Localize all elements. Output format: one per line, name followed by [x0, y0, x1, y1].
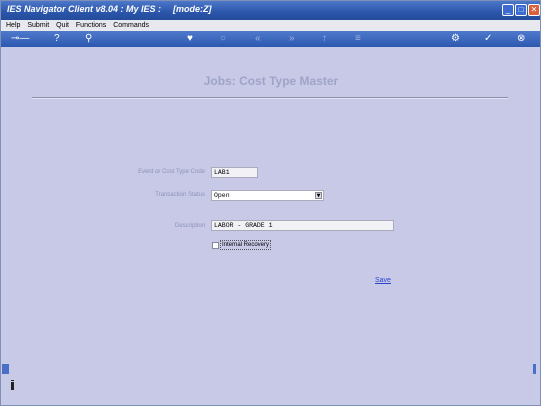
settings-icon[interactable]: ⚙: [451, 33, 460, 45]
forward-icon[interactable]: »: [289, 33, 295, 45]
save-link[interactable]: Save: [375, 277, 391, 284]
page-title: Jobs: Cost Type Master: [203, 74, 339, 88]
up-icon[interactable]: ↑: [322, 33, 327, 45]
right-side-icon[interactable]: [532, 361, 537, 379]
code-field[interactable]: LAB1: [211, 167, 258, 178]
left-side-icon[interactable]: [2, 361, 9, 379]
internal-recovery-label[interactable]: Internal Recovery: [220, 240, 272, 250]
close-icon[interactable]: ⊗: [517, 33, 525, 45]
title-bar: IES Navigator Client v8.04 : My IES : [mo…: [1, 1, 540, 20]
refresh-icon[interactable]: ○: [220, 33, 226, 45]
key-icon[interactable]: ⊸—: [11, 33, 29, 45]
toolbar: ⊸— ? ⚲ ♥ ○ « » ↑ ≡ ⚙ ✓ ⊗: [1, 31, 540, 47]
help-icon[interactable]: ?: [54, 33, 60, 45]
minimize-button[interactable]: _: [502, 4, 514, 16]
application-window: IES Navigator Client v8.04 : My IES : [mo…: [0, 0, 541, 406]
info-icon[interactable]: [11, 377, 15, 395]
menu-icon[interactable]: ≡: [355, 33, 361, 45]
maximize-button[interactable]: □: [515, 4, 527, 16]
main-content: Jobs: Cost Type Master Event or Cost Typ…: [8, 49, 534, 401]
chevron-down-icon[interactable]: ▼: [315, 192, 322, 199]
window-title: IES Navigator Client v8.04 : My IES : [mo…: [7, 4, 212, 14]
description-field[interactable]: LABOR - GRADE 1: [211, 220, 394, 231]
back-icon[interactable]: «: [255, 33, 261, 45]
menu-quit[interactable]: Quit: [56, 20, 69, 31]
internal-recovery-checkbox[interactable]: [212, 242, 219, 249]
status-value: Open: [214, 192, 230, 199]
description-label: Description: [174, 223, 205, 229]
status-select[interactable]: Open ▼: [211, 190, 324, 201]
menu-commands[interactable]: Commands: [113, 20, 149, 31]
menu-submit[interactable]: Submit: [27, 20, 49, 31]
favorite-icon[interactable]: ♥: [187, 33, 193, 45]
status-label: Transaction Status: [155, 192, 205, 198]
mode-indicator: [mode:Z]: [173, 4, 212, 14]
menu-bar: Help Submit Quit Functions Commands: [1, 20, 540, 31]
search-icon[interactable]: ⚲: [85, 33, 92, 45]
title-divider: [32, 97, 508, 99]
close-window-button[interactable]: ✕: [528, 4, 540, 16]
menu-functions[interactable]: Functions: [76, 20, 106, 31]
code-label: Event or Cost Type Code: [138, 169, 205, 175]
check-icon[interactable]: ✓: [484, 33, 492, 45]
menu-help[interactable]: Help: [6, 20, 20, 31]
